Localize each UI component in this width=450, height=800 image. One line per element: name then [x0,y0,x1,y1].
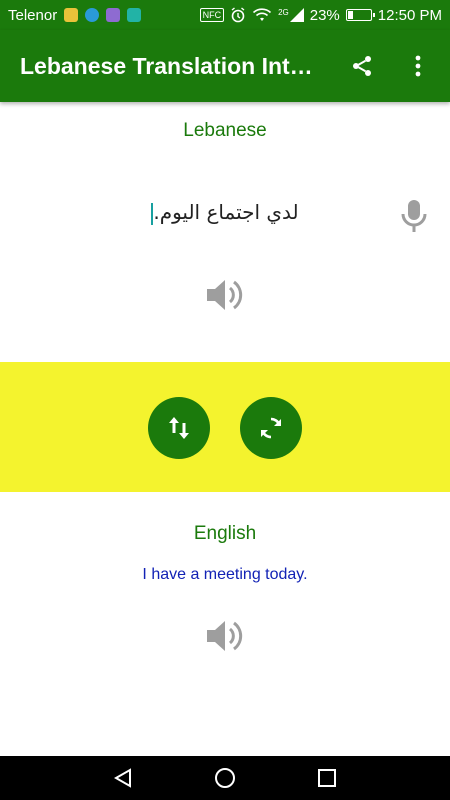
download-notification-icon [127,8,142,22]
controls-band [0,362,450,492]
refresh-icon [261,417,281,439]
share-icon[interactable] [348,52,376,80]
wifi-icon [253,8,272,21]
source-text-input[interactable]: لدي اجتماع اليوم. [100,200,350,225]
app-title: Lebanese Translation Int… [20,52,313,79]
status-bar: Telenor NFC 2G 23% 12:50 PM [0,0,450,30]
chat-notification-icon [85,8,100,22]
network-type: 2G [278,8,289,17]
app-bar: Lebanese Translation Int… [0,30,450,102]
gallery-notification-icon [106,8,121,22]
home-circle-icon [215,768,235,788]
target-speaker-icon[interactable] [205,618,245,654]
clock: 12:50 PM [377,6,442,24]
carrier-name: Telenor [8,6,58,24]
home-button[interactable] [209,762,241,794]
battery-icon [345,9,375,21]
mic-icon[interactable] [398,198,430,234]
battery-percent: 23% [309,6,340,24]
refresh-button[interactable] [240,397,302,459]
recents-button[interactable] [311,762,343,794]
swap-vertical-icon [169,417,189,439]
recents-square-icon [318,769,336,787]
more-vert-icon[interactable] [404,52,432,80]
swap-languages-button[interactable] [148,397,210,459]
target-language-label[interactable]: English [0,523,450,545]
source-language-label[interactable]: Lebanese [0,120,450,142]
nfc-icon: NFC [199,8,225,22]
translated-text: I have a meeting today. [142,566,308,583]
back-triangle-icon [113,768,131,788]
source-speaker-icon[interactable] [205,277,245,313]
signal-icon: 2G [278,8,304,22]
notification-icon [64,8,79,22]
alarm-icon [231,7,245,23]
navigation-bar [0,756,450,800]
source-text: لدي اجتماع اليوم. [153,200,299,224]
back-button[interactable] [107,762,139,794]
